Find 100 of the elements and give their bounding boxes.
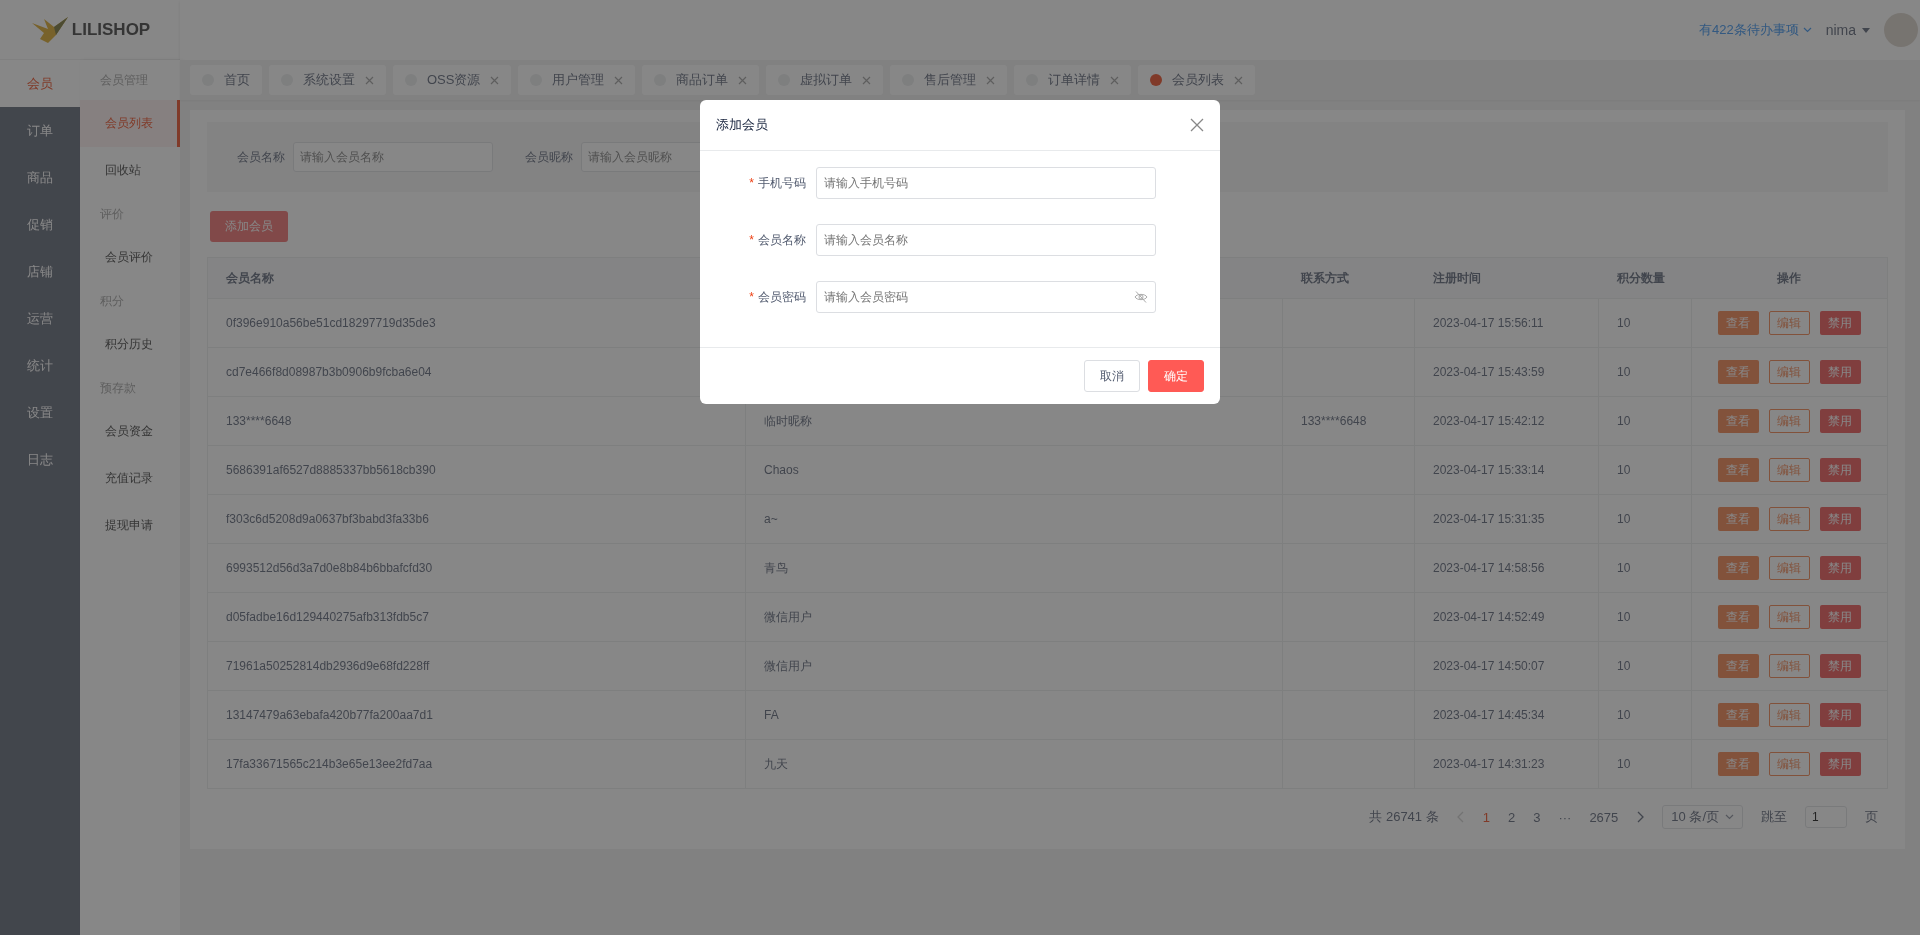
close-icon[interactable] xyxy=(1234,75,1244,85)
view-button[interactable]: 查看 xyxy=(1717,752,1759,776)
sub-nav-item[interactable]: 会员列表 xyxy=(80,100,180,147)
table-cell: 10 xyxy=(1598,543,1692,593)
table-cell: 5686391af6527d8885337bb5618cb390 xyxy=(207,445,746,495)
main-nav-item[interactable]: 设置 xyxy=(0,389,80,436)
close-icon[interactable] xyxy=(1190,118,1204,132)
input-field[interactable]: 请输入会员名称 xyxy=(816,224,1156,256)
table-cell: 2023-04-17 15:43:59 xyxy=(1414,347,1599,397)
table-cell: 2023-04-17 14:58:56 xyxy=(1414,543,1599,593)
tab[interactable]: 会员列表 xyxy=(1138,65,1256,95)
sub-nav-item[interactable]: 充值记录 xyxy=(80,455,180,502)
form-label: * 手机号码 xyxy=(748,174,807,192)
edit-button[interactable]: 编辑 xyxy=(1768,703,1810,727)
view-button[interactable]: 查看 xyxy=(1717,556,1759,580)
close-icon[interactable] xyxy=(490,75,500,85)
column-header: 操作 xyxy=(1691,257,1888,299)
edit-button[interactable]: 编辑 xyxy=(1768,360,1810,384)
jump-field[interactable]: 1 xyxy=(1805,806,1847,828)
tab[interactable]: 用户管理 xyxy=(518,65,636,95)
view-button[interactable]: 查看 xyxy=(1717,507,1759,531)
tab[interactable]: 订单详情 xyxy=(1014,65,1132,95)
password-field[interactable]: 请输入会员密码 xyxy=(816,281,1156,313)
main-nav-item[interactable]: 订单 xyxy=(0,107,80,154)
cancel-button[interactable]: 取消 xyxy=(1084,360,1140,392)
disable-button[interactable]: 禁用 xyxy=(1819,752,1861,776)
page-size-select[interactable]: 10 条/页 xyxy=(1662,805,1743,829)
page-link[interactable]: 2675 xyxy=(1589,809,1619,825)
main-nav-item[interactable]: 促销 xyxy=(0,201,80,248)
confirm-button[interactable]: 确定 xyxy=(1148,360,1204,392)
disable-button[interactable]: 禁用 xyxy=(1819,507,1861,531)
jump-label: 跳至 xyxy=(1761,808,1787,826)
main-nav-item[interactable]: 商品 xyxy=(0,154,80,201)
table-cell: 2023-04-17 14:31:23 xyxy=(1414,739,1599,789)
dialog-title: 添加会员 xyxy=(716,116,768,134)
edit-button[interactable]: 编辑 xyxy=(1768,311,1810,335)
page-suffix: 页 xyxy=(1865,808,1878,826)
eye-off-icon[interactable] xyxy=(1134,291,1148,303)
disable-button[interactable]: 禁用 xyxy=(1819,556,1861,580)
view-button[interactable]: 查看 xyxy=(1717,703,1759,727)
edit-button[interactable]: 编辑 xyxy=(1768,507,1810,531)
view-button[interactable]: 查看 xyxy=(1717,605,1759,629)
column-header: 积分数量 xyxy=(1598,257,1692,299)
table-cell: 2023-04-17 15:42:12 xyxy=(1414,396,1599,446)
disable-button[interactable]: 禁用 xyxy=(1819,311,1861,335)
page-link[interactable]: 1 xyxy=(1482,809,1490,825)
table-cell: a~ xyxy=(745,494,1283,544)
close-icon[interactable] xyxy=(614,75,624,85)
view-button[interactable]: 查看 xyxy=(1717,458,1759,482)
close-icon[interactable] xyxy=(1110,75,1120,85)
tab[interactable]: 售后管理 xyxy=(890,65,1008,95)
tab[interactable]: OSS资源 xyxy=(393,65,512,95)
main-nav-item[interactable]: 会员 xyxy=(0,60,80,107)
main-nav-item[interactable]: 店铺 xyxy=(0,248,80,295)
disable-button[interactable]: 禁用 xyxy=(1819,654,1861,678)
input-field[interactable]: 请输入手机号码 xyxy=(816,167,1156,199)
table-cell: 2023-04-17 15:31:35 xyxy=(1414,494,1599,544)
disable-button[interactable]: 禁用 xyxy=(1819,409,1861,433)
table-cell: f303c6d5208d9a0637bf3babd3fa33b6 xyxy=(207,494,746,544)
close-icon[interactable] xyxy=(986,75,996,85)
view-button[interactable]: 查看 xyxy=(1717,409,1759,433)
table-cell: d05fadbe16d129440275afb313fdb5c7 xyxy=(207,592,746,642)
table-cell: 青鸟 xyxy=(745,543,1283,593)
tab[interactable]: 系统设置 xyxy=(269,65,386,95)
main-nav-item[interactable]: 统计 xyxy=(0,342,80,389)
edit-button[interactable]: 编辑 xyxy=(1768,556,1810,580)
user-menu[interactable]: nima xyxy=(1825,22,1870,38)
disable-button[interactable]: 禁用 xyxy=(1819,360,1861,384)
page-link[interactable]: 3 xyxy=(1533,809,1541,825)
view-button[interactable]: 查看 xyxy=(1717,360,1759,384)
edit-button[interactable]: 编辑 xyxy=(1768,458,1810,482)
edit-button[interactable]: 编辑 xyxy=(1768,605,1810,629)
form-label: * 会员密码 xyxy=(748,288,807,306)
todo-link[interactable]: 有422条待办事项 xyxy=(1698,21,1812,39)
sub-nav-item[interactable]: 提现申请 xyxy=(80,502,180,549)
sub-nav-item[interactable]: 积分历史 xyxy=(80,321,180,368)
sub-nav-item[interactable]: 会员评价 xyxy=(80,234,180,281)
disable-button[interactable]: 禁用 xyxy=(1819,703,1861,727)
sub-nav-item[interactable]: 回收站 xyxy=(80,147,180,194)
table-cell: 71961a50252814db2936d9e68fd228ff xyxy=(207,641,746,691)
page-link[interactable]: 2 xyxy=(1507,809,1516,825)
close-icon[interactable] xyxy=(365,75,374,85)
sub-nav-item[interactable]: 会员资金 xyxy=(80,408,180,455)
tab[interactable]: 虚拟订单 xyxy=(766,65,884,95)
page-link[interactable]: ··· xyxy=(1558,809,1572,825)
table-cell: 10 xyxy=(1598,445,1692,495)
tab[interactable]: 首页 xyxy=(190,65,262,95)
tab[interactable]: 商品订单 xyxy=(642,65,760,95)
disable-button[interactable]: 禁用 xyxy=(1819,458,1861,482)
edit-button[interactable]: 编辑 xyxy=(1768,654,1810,678)
table-cell: 10 xyxy=(1598,494,1692,544)
disable-button[interactable]: 禁用 xyxy=(1819,605,1861,629)
close-icon[interactable] xyxy=(862,75,872,85)
view-button[interactable]: 查看 xyxy=(1717,311,1759,335)
required-mark: * xyxy=(749,175,754,190)
view-button[interactable]: 查看 xyxy=(1717,654,1759,678)
next-page-icon[interactable] xyxy=(1636,811,1645,823)
edit-button[interactable]: 编辑 xyxy=(1768,752,1810,776)
edit-button[interactable]: 编辑 xyxy=(1768,409,1810,433)
close-icon[interactable] xyxy=(738,75,748,85)
